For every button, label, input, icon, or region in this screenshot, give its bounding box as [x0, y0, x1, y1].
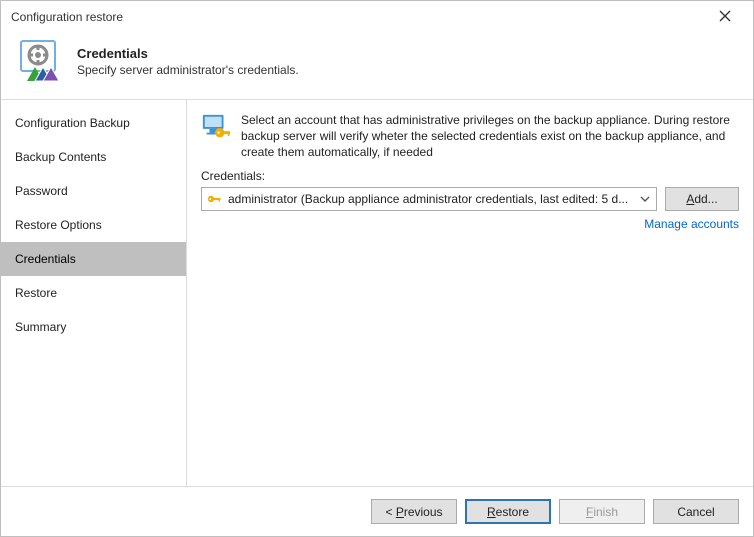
intro-text: Select an account that has administrativ… [241, 112, 739, 161]
credentials-selected-text: administrator (Backup appliance administ… [228, 192, 632, 206]
wizard-steps-sidebar: Configuration Backup Backup Contents Pas… [1, 100, 187, 486]
key-icon [206, 191, 222, 207]
sidebar-item-label: Summary [15, 320, 66, 334]
previous-label: < Previous [385, 505, 442, 519]
page-title: Credentials [77, 46, 299, 61]
close-icon [719, 9, 731, 25]
credentials-combobox[interactable]: administrator (Backup appliance administ… [201, 187, 657, 211]
cancel-button[interactable]: Cancel [653, 499, 739, 524]
manage-accounts-row: Manage accounts [201, 217, 739, 231]
previous-button[interactable]: < Previous [371, 499, 457, 524]
restore-button[interactable]: Restore [465, 499, 551, 524]
sidebar-item-label: Backup Contents [15, 150, 106, 164]
wizard-header-text: Credentials Specify server administrator… [77, 46, 299, 77]
add-credentials-label: Add... [686, 192, 717, 206]
manage-accounts-link[interactable]: Manage accounts [644, 217, 739, 231]
sidebar-item-restore[interactable]: Restore [1, 276, 186, 310]
wizard-footer: < Previous Restore Finish Cancel [1, 486, 753, 536]
sidebar-item-label: Credentials [15, 252, 76, 266]
wizard-main-panel: Select an account that has administrativ… [187, 100, 753, 486]
add-credentials-button[interactable]: Add... [665, 187, 739, 211]
sidebar-item-label: Password [15, 184, 68, 198]
sidebar-item-restore-options[interactable]: Restore Options [1, 208, 186, 242]
titlebar: Configuration restore [1, 1, 753, 31]
sidebar-item-label: Restore Options [15, 218, 102, 232]
credentials-row: administrator (Backup appliance administ… [201, 187, 739, 211]
intro-row: Select an account that has administrativ… [201, 112, 739, 161]
credentials-label: Credentials: [201, 169, 739, 183]
window-title: Configuration restore [11, 10, 123, 24]
cancel-label: Cancel [677, 505, 714, 519]
close-button[interactable] [705, 5, 745, 29]
wizard-body: Configuration Backup Backup Contents Pas… [1, 99, 753, 486]
sidebar-item-label: Restore [15, 286, 57, 300]
chevron-down-icon [638, 189, 652, 209]
sidebar-item-credentials[interactable]: Credentials [1, 242, 186, 276]
restore-label: Restore [487, 505, 529, 519]
page-subtitle: Specify server administrator's credentia… [77, 63, 299, 77]
wizard-header-icon [15, 37, 63, 85]
wizard-header: Credentials Specify server administrator… [1, 31, 753, 99]
sidebar-item-label: Configuration Backup [15, 116, 130, 130]
appliance-key-icon [201, 112, 231, 142]
finish-label: Finish [586, 505, 618, 519]
sidebar-item-backup-contents[interactable]: Backup Contents [1, 140, 186, 174]
sidebar-item-summary[interactable]: Summary [1, 310, 186, 344]
finish-button: Finish [559, 499, 645, 524]
sidebar-item-password[interactable]: Password [1, 174, 186, 208]
sidebar-item-configuration-backup[interactable]: Configuration Backup [1, 106, 186, 140]
